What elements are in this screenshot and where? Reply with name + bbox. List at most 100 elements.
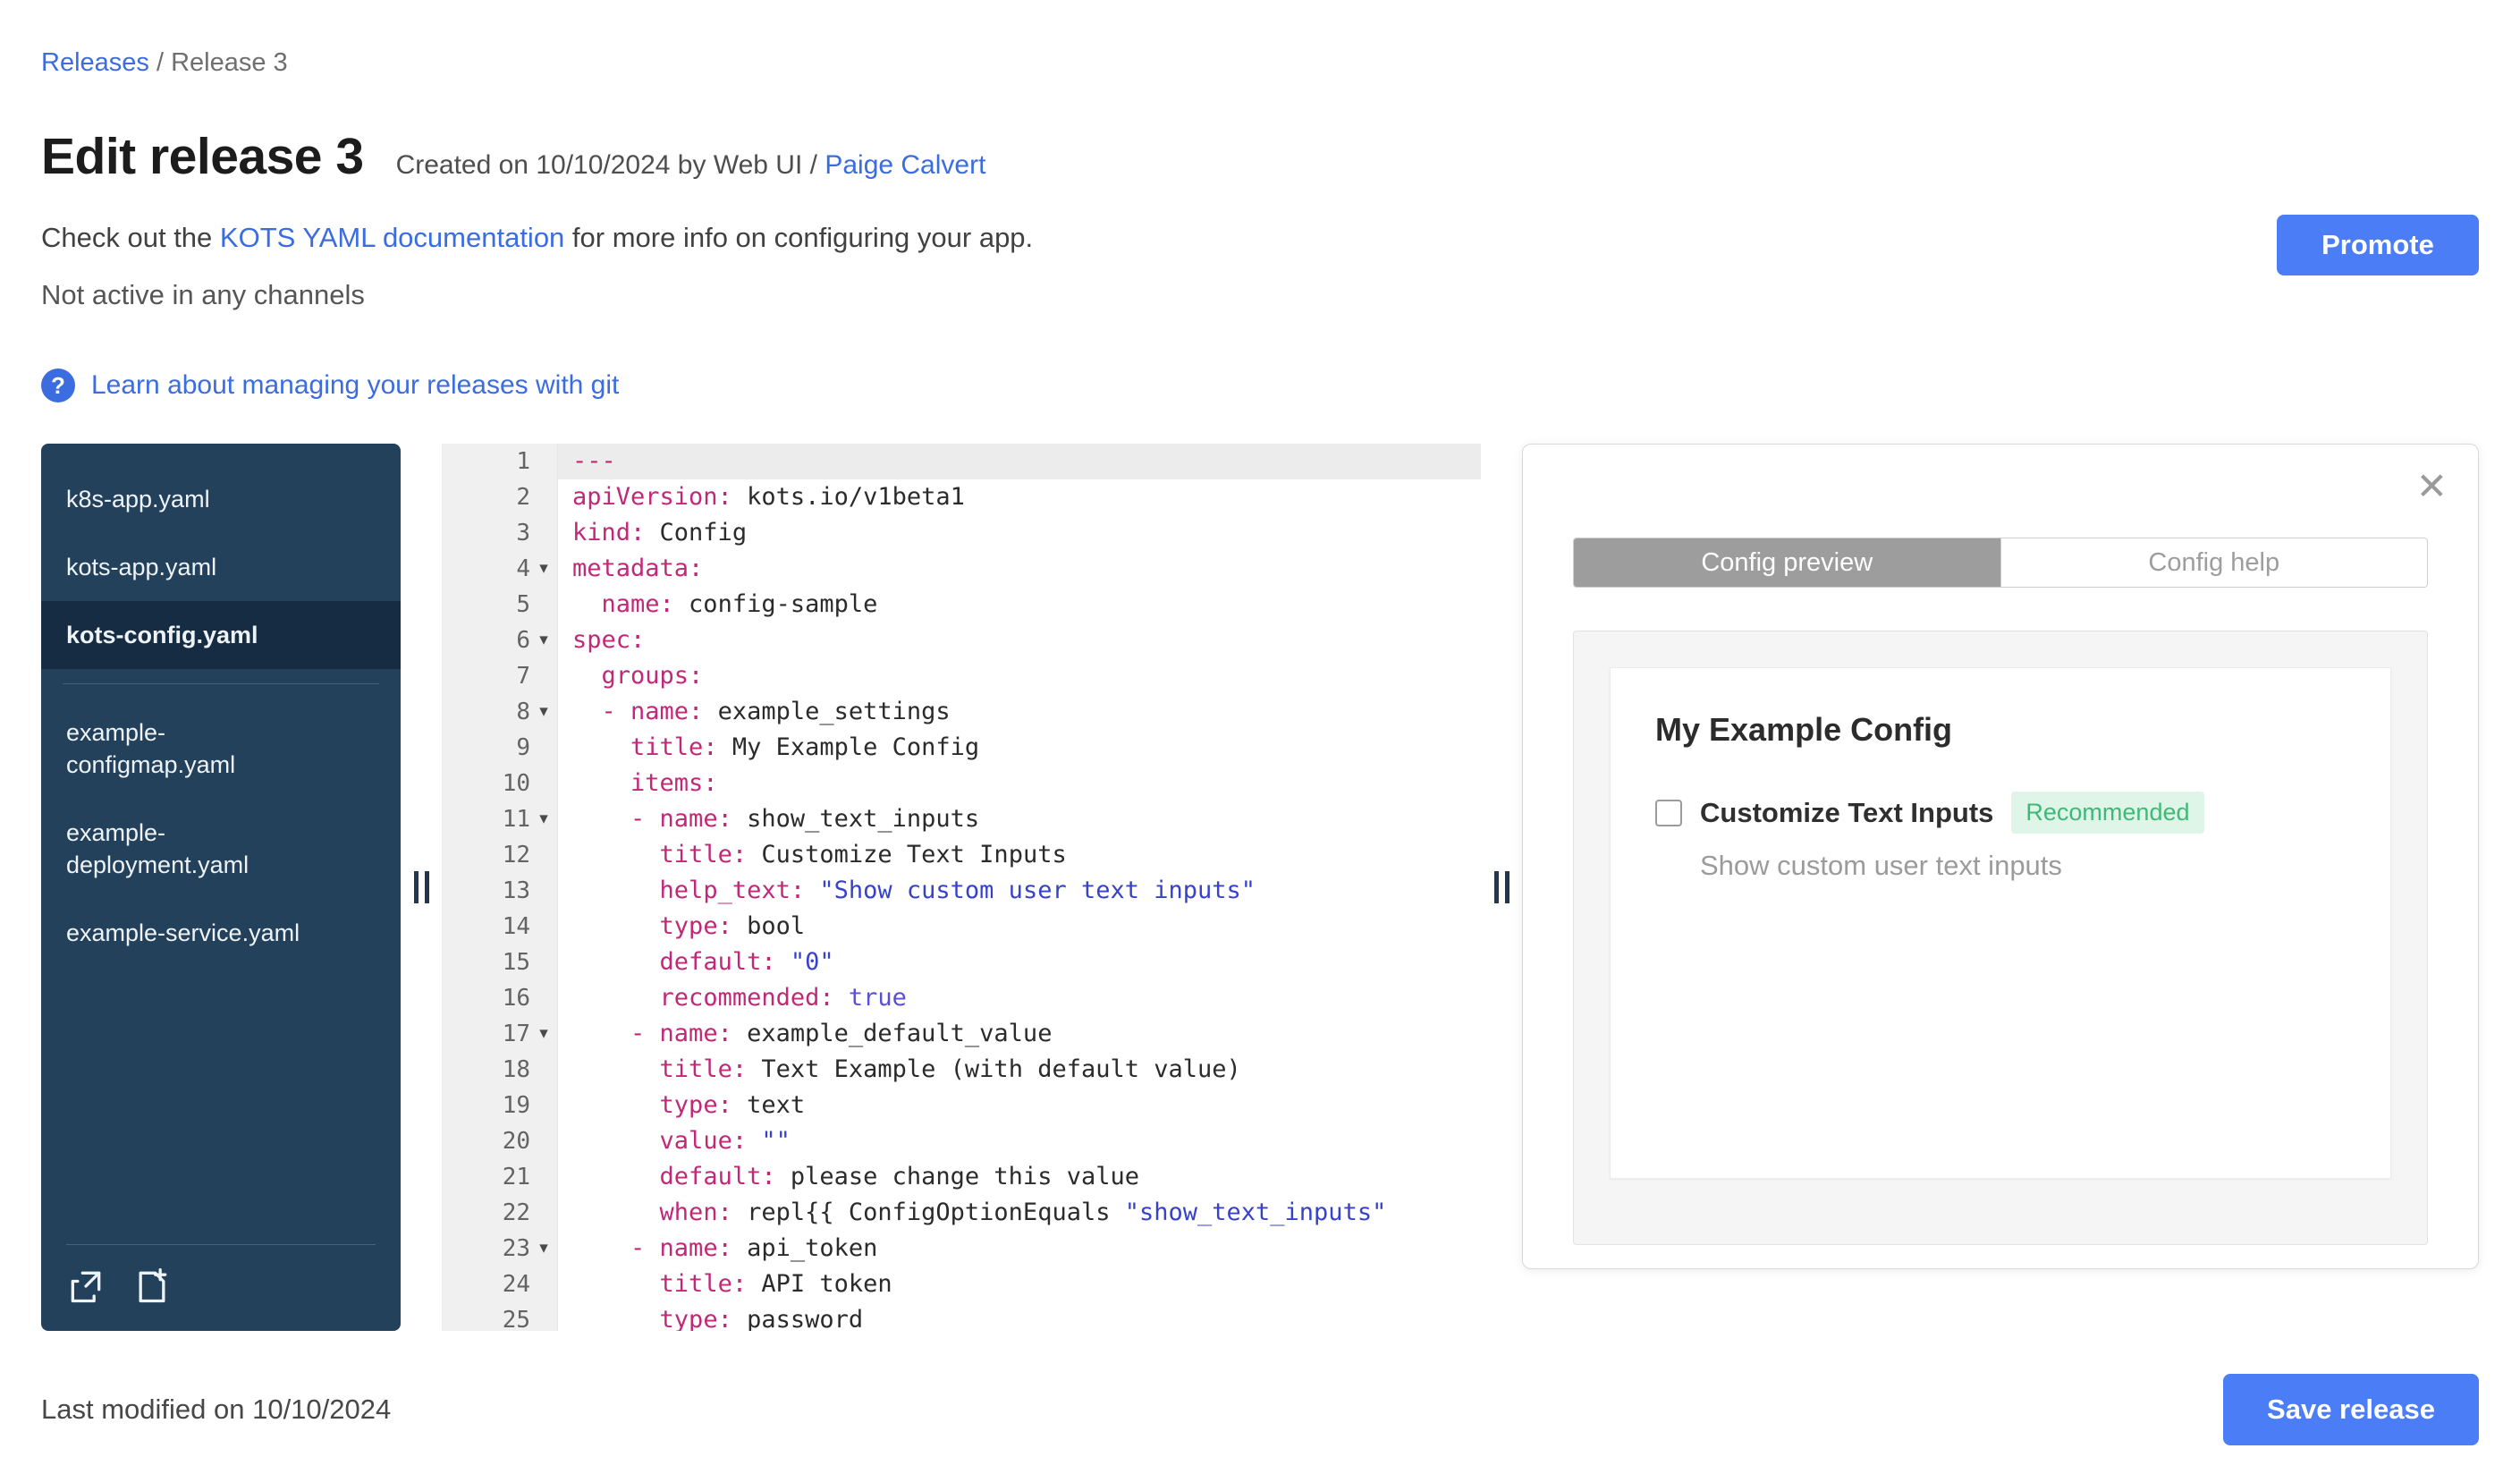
code-text: title: API token — [659, 1270, 892, 1298]
file-tree-footer-divider — [66, 1244, 376, 1245]
line-number: 17 ▾ — [442, 1016, 558, 1052]
release-edit-page: Releases / Release 3 Edit release 3 Crea… — [0, 0, 2520, 1474]
code-line-25[interactable]: 25 type: password — [442, 1302, 1481, 1331]
code-line-18[interactable]: 18 title: Text Example (with default val… — [442, 1052, 1481, 1088]
fold-arrow-icon[interactable]: ▾ — [530, 623, 557, 658]
breadcrumb-releases-link[interactable]: Releases — [41, 48, 149, 77]
file-tree-top-list: k8s-app.yaml kots-app.yaml kots-config.yam… — [41, 465, 401, 669]
line-number: 11 ▾ — [442, 801, 558, 837]
code-text: apiVersion: kots.io/v1beta1 — [572, 483, 965, 511]
code-line-14[interactable]: 14 type: bool — [442, 909, 1481, 945]
yaml-editor[interactable]: 1 --- 2 apiVersion: kots.io/v1beta1 3 kind: C… — [442, 444, 1481, 1331]
code-line-23[interactable]: 23 ▾ - name: api_token — [442, 1231, 1481, 1266]
code-line-24[interactable]: 24 title: API token — [442, 1266, 1481, 1302]
code-line-11[interactable]: 11 ▾ - name: show_text_inputs — [442, 801, 1481, 837]
file-tree-footer — [41, 1244, 401, 1331]
code-text: - name: example_settings — [601, 698, 951, 725]
code-text: title: My Example Config — [630, 733, 980, 761]
git-releases-help-link[interactable]: Learn about managing your releases with … — [91, 370, 619, 401]
fold-arrow-icon[interactable]: ▾ — [530, 551, 557, 587]
line-number: 13 — [442, 873, 558, 909]
code-line-22[interactable]: 22 when: repl{{ ConfigOptionEquals "show… — [442, 1195, 1481, 1231]
config-preview-content: My Example Config Customize Text Inputs … — [1573, 631, 2428, 1245]
left-resize-column — [401, 444, 442, 1331]
config-card: My Example Config Customize Text Inputs … — [1610, 667, 2391, 1179]
save-release-button[interactable]: Save release — [2223, 1374, 2479, 1445]
right-resize-handle[interactable] — [1493, 871, 1509, 903]
config-preview-panel: ✕ Config preview Config help My Example … — [1522, 444, 2479, 1269]
recommended-badge: Recommended — [2011, 792, 2204, 834]
code-text: title: Text Example (with default value) — [659, 1055, 1241, 1083]
code-line-10[interactable]: 10 items: — [442, 766, 1481, 801]
fold-arrow-icon[interactable]: ▾ — [530, 1016, 557, 1052]
file-tree-item-example-deployment-yaml[interactable]: example-deployment.yaml — [41, 799, 401, 899]
line-number: 7 — [442, 658, 558, 694]
code-text: when: repl{{ ConfigOptionEquals "show_te… — [659, 1199, 1387, 1226]
config-item-label: Customize Text Inputs — [1700, 796, 1994, 828]
fold-arrow-icon[interactable]: ▾ — [530, 1231, 557, 1266]
code-line-9[interactable]: 9 title: My Example Config — [442, 730, 1481, 766]
fold-arrow-icon[interactable]: ▾ — [530, 801, 557, 837]
code-line-4[interactable]: 4 ▾ metadata: — [442, 551, 1481, 587]
line-number: 5 — [442, 587, 558, 623]
code-text: kind: Config — [572, 519, 748, 546]
kots-yaml-docs-link[interactable]: KOTS YAML documentation — [220, 222, 564, 253]
code-line-13[interactable]: 13 help_text: "Show custom user text inp… — [442, 873, 1481, 909]
upload-file-icon[interactable] — [66, 1266, 106, 1306]
tab-config-preview[interactable]: Config preview — [1574, 538, 2000, 587]
file-tree-item-example-service-yaml[interactable]: example-service.yaml — [41, 899, 401, 967]
fold-arrow-icon[interactable]: ▾ — [530, 694, 557, 730]
file-tree-item-kots-app-yaml[interactable]: kots-app.yaml — [41, 533, 401, 601]
code-line-7[interactable]: 7 groups: — [442, 658, 1481, 694]
code-line-5[interactable]: 5 name: config-sample — [442, 587, 1481, 623]
code-line-1[interactable]: 1 --- — [442, 444, 1481, 479]
line-number: 15 — [442, 945, 558, 980]
file-name: kots-config.yaml — [66, 622, 258, 648]
close-icon[interactable]: ✕ — [2416, 468, 2448, 505]
file-name: example-deployment.yaml — [66, 819, 249, 878]
line-number: 10 — [442, 766, 558, 801]
right-resize-column — [1481, 444, 1522, 1331]
code-line-12[interactable]: 12 title: Customize Text Inputs — [442, 837, 1481, 873]
code-line-6[interactable]: 6 ▾ spec: — [442, 623, 1481, 658]
footer: Last modified on 10/10/2024 Save release — [41, 1374, 2479, 1445]
author-link[interactable]: Paige Calvert — [824, 150, 985, 180]
page-title: Edit release 3 — [41, 128, 364, 185]
code-text: metadata: — [572, 555, 704, 582]
line-number: 6 ▾ — [442, 623, 558, 658]
promote-button[interactable]: Promote — [2277, 215, 2479, 275]
config-item: Customize Text Inputs Recommended — [1655, 792, 2346, 834]
customize-text-inputs-checkbox[interactable] — [1655, 799, 1682, 826]
file-tree-item-example-configmap-yaml[interactable]: example-configmap.yaml — [41, 699, 401, 799]
code-line-21[interactable]: 21 default: please change this value — [442, 1159, 1481, 1195]
code-line-20[interactable]: 20 value: "" — [442, 1123, 1481, 1159]
code-text: type: bool — [659, 912, 806, 940]
code-line-2[interactable]: 2 apiVersion: kots.io/v1beta1 — [442, 479, 1481, 515]
line-number: 22 — [442, 1195, 558, 1231]
created-info: Created on 10/10/2024 by Web UI / Paige … — [396, 150, 986, 181]
line-number: 25 — [442, 1302, 558, 1331]
git-help-row: ? Learn about managing your releases wit… — [41, 368, 2479, 402]
file-name: kots-app.yaml — [66, 554, 217, 580]
line-number: 3 — [442, 515, 558, 551]
code-text: type: password — [659, 1306, 864, 1331]
code-text: - name: show_text_inputs — [630, 805, 980, 833]
code-line-15[interactable]: 15 default: "0" — [442, 945, 1481, 980]
line-number: 24 — [442, 1266, 558, 1302]
new-file-icon[interactable] — [132, 1266, 172, 1306]
code-line-16[interactable]: 16 recommended: true — [442, 980, 1481, 1016]
code-text: name: config-sample — [601, 590, 878, 618]
code-text: type: text — [659, 1091, 806, 1119]
line-number: 14 — [442, 909, 558, 945]
code-line-17[interactable]: 17 ▾ - name: example_default_value — [442, 1016, 1481, 1052]
code-line-19[interactable]: 19 type: text — [442, 1088, 1481, 1123]
file-tree-bottom-list: example-configmap.yaml example-deployment… — [41, 699, 401, 967]
tab-config-help[interactable]: Config help — [2000, 538, 2427, 587]
code-text: items: — [630, 769, 718, 797]
file-tree-item-k8s-app-yaml[interactable]: k8s-app.yaml — [41, 465, 401, 533]
left-resize-handle[interactable] — [413, 871, 429, 903]
code-line-8[interactable]: 8 ▾ - name: example_settings — [442, 694, 1481, 730]
code-text: help_text: "Show custom user text inputs… — [659, 877, 1256, 904]
code-line-3[interactable]: 3 kind: Config — [442, 515, 1481, 551]
file-tree-item-kots-config-yaml[interactable]: kots-config.yaml — [41, 601, 401, 669]
